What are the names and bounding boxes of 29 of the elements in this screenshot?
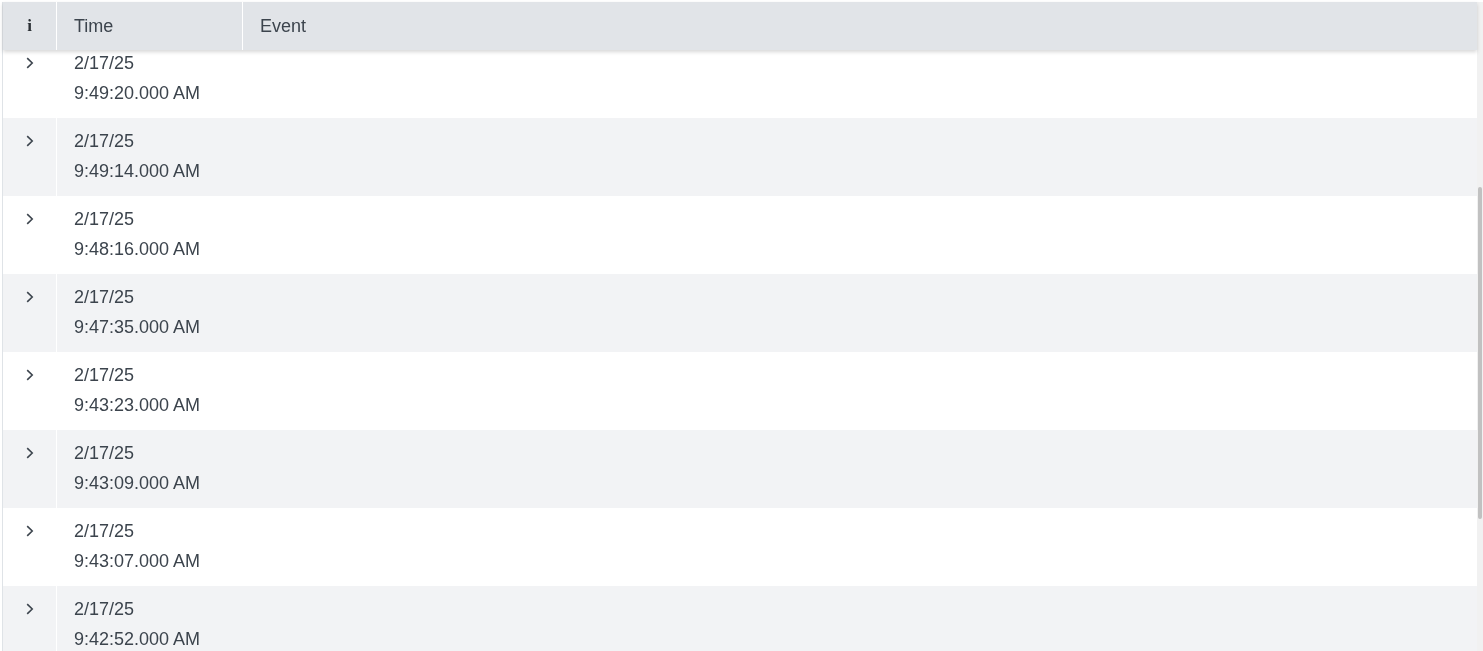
time-text: 9:43:07.000 AM — [74, 550, 201, 573]
scrollbar-thumb[interactable] — [1478, 187, 1482, 519]
chevron-right-icon[interactable] — [25, 291, 34, 303]
chevron-right-icon[interactable] — [25, 525, 34, 537]
time-text: 9:43:23.000 AM — [74, 394, 201, 417]
date-text: 2/17/25 — [74, 520, 135, 543]
date-text: 2/17/25 — [74, 598, 135, 621]
chevron-right-icon[interactable] — [25, 213, 34, 225]
info-column-header: i — [27, 16, 32, 36]
chevron-right-icon[interactable] — [25, 135, 34, 147]
time-text: 9:48:16.000 AM — [74, 238, 201, 261]
time-text: 9:43:09.000 AM — [74, 472, 201, 495]
date-text: 2/17/25 — [74, 442, 135, 465]
column-header: Time — [73, 15, 114, 37]
column-header: Event — [259, 15, 307, 37]
chevron-right-icon[interactable] — [25, 447, 34, 459]
chevron-right-icon[interactable] — [25, 369, 34, 381]
date-text: 2/17/25 — [74, 130, 135, 153]
chevron-right-icon[interactable] — [25, 603, 34, 615]
time-text: 9:49:20.000 AM — [74, 82, 201, 105]
date-text: 2/17/25 — [74, 286, 135, 309]
date-text: 2/17/25 — [74, 208, 135, 231]
time-text: 9:49:14.000 AM — [74, 160, 201, 183]
date-text: 2/17/25 — [74, 52, 135, 75]
time-text: 9:42:52.000 AM — [74, 628, 201, 651]
scrollbar-track[interactable] — [1477, 2, 1483, 651]
date-text: 2/17/25 — [74, 364, 135, 387]
time-text: 9:47:35.000 AM — [74, 316, 201, 339]
chevron-right-icon[interactable] — [25, 57, 34, 69]
